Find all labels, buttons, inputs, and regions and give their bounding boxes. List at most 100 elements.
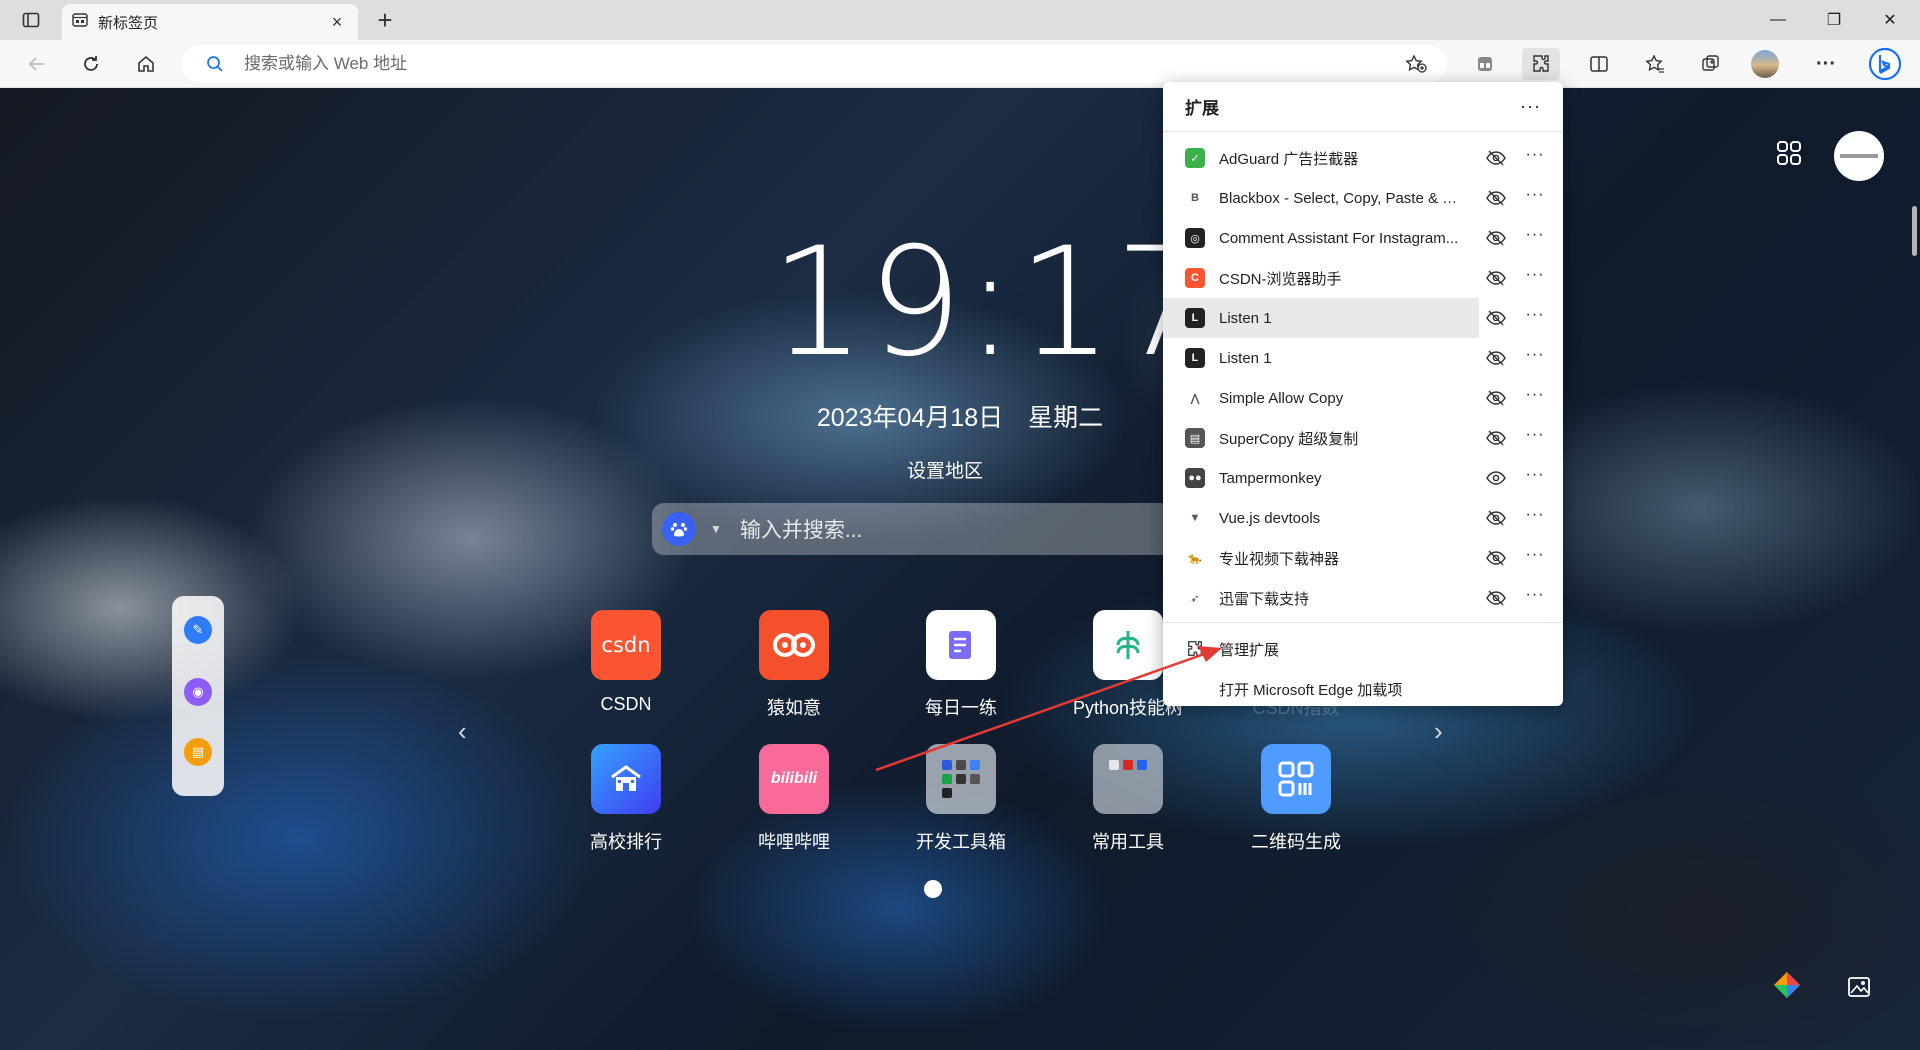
- extension-row[interactable]: L Listen 1 ···: [1163, 338, 1563, 378]
- extension-name: Comment Assistant For Instagram...: [1219, 229, 1459, 247]
- extension-row[interactable]: ●● Tampermonkey ···: [1163, 458, 1563, 498]
- tab-actions-icon[interactable]: [16, 8, 46, 32]
- app-tile-qr-generator[interactable]: 二维码生成: [1236, 744, 1356, 854]
- user-avatar[interactable]: [1834, 131, 1884, 181]
- app-tile-bilibili[interactable]: bilibili 哔哩哔哩: [734, 744, 854, 854]
- app-tile-dev-toolbox[interactable]: 开发工具箱: [901, 744, 1021, 854]
- hide-from-toolbar-icon[interactable]: [1485, 548, 1507, 568]
- collections-icon[interactable]: [1694, 48, 1728, 80]
- extension-item[interactable]: ➶ 迅雷下载支持: [1163, 578, 1479, 618]
- extension-more-icon[interactable]: ···: [1523, 346, 1547, 368]
- profile-avatar[interactable]: [1748, 48, 1782, 80]
- tab-close-icon[interactable]: ×: [326, 12, 348, 33]
- dock-app-icon-2[interactable]: ◉: [184, 678, 212, 706]
- extension-row[interactable]: ⋀ Simple Allow Copy ···: [1163, 378, 1563, 418]
- app-tile-yuanruyi[interactable]: 猿如意: [734, 610, 854, 720]
- extension-more-icon[interactable]: ···: [1523, 266, 1547, 288]
- close-window-button[interactable]: ✕: [1862, 0, 1918, 40]
- extension-more-icon[interactable]: ···: [1523, 546, 1547, 568]
- hide-from-toolbar-icon[interactable]: [1485, 428, 1507, 448]
- extension-item[interactable]: ●● Tampermonkey: [1163, 458, 1479, 498]
- hide-from-toolbar-icon[interactable]: [1485, 348, 1507, 368]
- address-bar[interactable]: [182, 45, 1447, 83]
- extension-row[interactable]: ▼ Vue.js devtools ···: [1163, 498, 1563, 538]
- hide-from-toolbar-icon[interactable]: [1485, 188, 1507, 208]
- favorites-icon[interactable]: [1638, 48, 1672, 80]
- dock-app-icon-3[interactable]: ▤: [184, 738, 212, 766]
- extension-row[interactable]: ◎ Comment Assistant For Instagram... ···: [1163, 218, 1563, 258]
- extension-row[interactable]: L Listen 1 ···: [1163, 298, 1563, 338]
- extension-more-icon[interactable]: ···: [1523, 146, 1547, 168]
- minimize-button[interactable]: —: [1750, 0, 1806, 40]
- extensions-more-icon[interactable]: ···: [1520, 96, 1541, 117]
- app-tile-common-tools[interactable]: 常用工具: [1068, 744, 1188, 854]
- more-menu-icon[interactable]: ···: [1809, 48, 1843, 80]
- extension-row[interactable]: ▤ SuperCopy 超级复制 ···: [1163, 418, 1563, 458]
- daily-practice-icon: [926, 610, 996, 680]
- extension-item[interactable]: ▤ SuperCopy 超级复制: [1163, 418, 1479, 458]
- engine-dropdown-icon[interactable]: ▼: [710, 522, 722, 536]
- manage-extensions-item[interactable]: 管理扩展: [1163, 629, 1563, 669]
- extension-more-icon[interactable]: ···: [1523, 586, 1547, 608]
- qr-code-icon: [1261, 744, 1331, 814]
- hide-from-toolbar-icon[interactable]: [1485, 508, 1507, 528]
- back-button[interactable]: [20, 48, 54, 80]
- app-tile-daily-practice[interactable]: 每日一练: [901, 610, 1021, 720]
- extension-item[interactable]: ✓ AdGuard 广告拦截器: [1163, 138, 1479, 178]
- home-button[interactable]: [129, 48, 163, 80]
- hide-from-toolbar-icon[interactable]: [1485, 308, 1507, 328]
- restore-button[interactable]: ❐: [1806, 0, 1862, 40]
- extensions-button[interactable]: [1522, 48, 1560, 80]
- scrollbar-thumb[interactable]: [1912, 206, 1917, 256]
- extension-item[interactable]: L Listen 1: [1163, 338, 1479, 378]
- extension-more-icon[interactable]: ···: [1523, 426, 1547, 448]
- hide-from-toolbar-icon[interactable]: [1485, 268, 1507, 288]
- bing-chat-icon[interactable]: [1866, 45, 1904, 83]
- address-input[interactable]: [244, 54, 1344, 74]
- extension-name: 迅雷下载支持: [1219, 590, 1310, 608]
- hide-from-toolbar-icon[interactable]: [1485, 388, 1507, 408]
- extension-more-icon[interactable]: ···: [1523, 506, 1547, 528]
- theme-logo-icon[interactable]: [1772, 970, 1802, 1000]
- prev-page-arrow[interactable]: ‹: [458, 716, 467, 747]
- open-edge-addons-item[interactable]: 打开 Microsoft Edge 加载项: [1163, 669, 1563, 709]
- extension-more-icon[interactable]: ···: [1523, 186, 1547, 208]
- dock-app-icon-1[interactable]: ✎: [184, 616, 212, 644]
- add-favorite-icon[interactable]: [1403, 52, 1429, 76]
- games-icon[interactable]: [1468, 48, 1502, 80]
- extension-more-icon[interactable]: ···: [1523, 306, 1547, 328]
- hide-from-toolbar-icon[interactable]: [1485, 588, 1507, 608]
- set-region-link[interactable]: 设置地区: [830, 456, 1060, 483]
- app-tile-csdn[interactable]: CSDN CSDN: [566, 610, 686, 715]
- blackbox-icon: B: [1185, 188, 1205, 208]
- extension-item[interactable]: 🐆 专业视频下载神器: [1163, 538, 1479, 578]
- refresh-button[interactable]: [74, 48, 108, 80]
- app-grid-icon[interactable]: [1774, 138, 1804, 168]
- extension-item[interactable]: ◎ Comment Assistant For Instagram...: [1163, 218, 1479, 258]
- extension-row[interactable]: ✓ AdGuard 广告拦截器 ···: [1163, 138, 1563, 178]
- extension-more-icon[interactable]: ···: [1523, 226, 1547, 248]
- wallpaper-icon[interactable]: [1844, 972, 1874, 1002]
- extension-row[interactable]: C CSDN-浏览器助手 ···: [1163, 258, 1563, 298]
- extension-item[interactable]: L Listen 1: [1163, 298, 1479, 338]
- extension-more-icon[interactable]: ···: [1523, 466, 1547, 488]
- hide-from-toolbar-icon[interactable]: [1485, 228, 1507, 248]
- baidu-icon[interactable]: [662, 512, 696, 546]
- extension-row[interactable]: ➶ 迅雷下载支持 ···: [1163, 578, 1563, 618]
- show-in-toolbar-icon[interactable]: [1485, 468, 1507, 488]
- extension-row[interactable]: 🐆 专业视频下载神器 ···: [1163, 538, 1563, 578]
- extension-item[interactable]: C CSDN-浏览器助手: [1163, 258, 1479, 298]
- extension-item[interactable]: ⋀ Simple Allow Copy: [1163, 378, 1479, 418]
- tab-new-tab[interactable]: 新标签页 ×: [62, 4, 358, 40]
- hide-from-toolbar-icon[interactable]: [1485, 148, 1507, 168]
- page-indicator-dot[interactable]: [924, 880, 942, 898]
- extension-item[interactable]: ▼ Vue.js devtools: [1163, 498, 1479, 538]
- newtab-search-box[interactable]: ▼ 输入并搜索...: [652, 503, 1172, 555]
- extension-item[interactable]: B Blackbox - Select, Copy, Paste & S...: [1163, 178, 1479, 218]
- extension-row[interactable]: B Blackbox - Select, Copy, Paste & S... ··…: [1163, 178, 1563, 218]
- split-screen-icon[interactable]: [1582, 48, 1616, 80]
- extension-more-icon[interactable]: ···: [1523, 386, 1547, 408]
- next-page-arrow[interactable]: ›: [1434, 716, 1443, 747]
- new-tab-button[interactable]: +: [370, 6, 400, 36]
- app-tile-university-ranking[interactable]: 高校排行: [566, 744, 686, 854]
